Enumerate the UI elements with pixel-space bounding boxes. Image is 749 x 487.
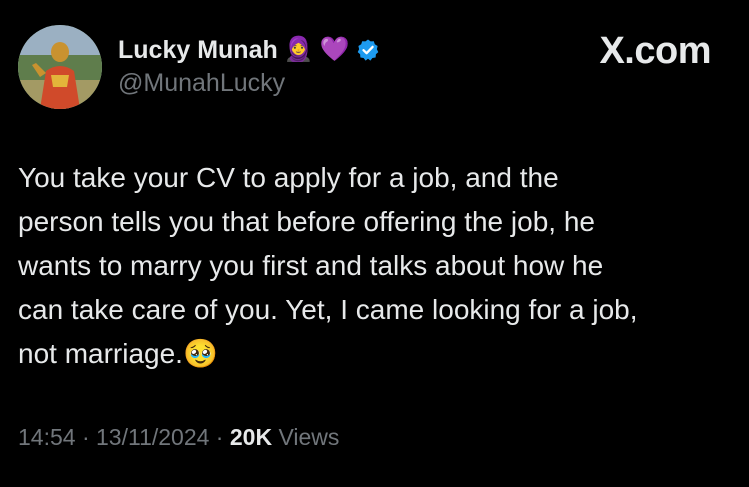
views-count: 20K — [229, 424, 273, 450]
tweet-time[interactable]: 14:54 — [18, 424, 76, 450]
tweet-line: not marriage.🥹 — [18, 338, 218, 369]
tweet-line: can take care of you. Yet, I came lookin… — [18, 294, 638, 325]
hijab-emoji: 🧕 — [283, 36, 314, 63]
profile-photo-icon — [18, 25, 102, 109]
display-name[interactable]: Lucky Munah — [118, 36, 278, 65]
tweet-card: Lucky Munah 🧕 💜 @MunahLucky X.com You ta… — [0, 0, 749, 487]
author-handle[interactable]: @MunahLucky — [118, 69, 285, 98]
meta-separator: · — [209, 424, 230, 450]
brand-logo: X.com — [599, 30, 711, 72]
tweet-meta: 14:54 · 13/11/2024 · 20K Views — [18, 424, 339, 451]
tweet-date[interactable]: 13/11/2024 — [96, 424, 209, 450]
tweet-line: wants to marry you first and talks about… — [18, 250, 604, 281]
meta-separator: · — [75, 424, 97, 450]
tweet-line: person tells you that before offering th… — [18, 206, 595, 237]
author-name-row: Lucky Munah 🧕 💜 — [118, 33, 380, 67]
tweet-text: You take your CV to apply for a job, and… — [18, 156, 730, 376]
verified-badge-icon[interactable] — [356, 38, 380, 62]
views-label: Views — [272, 424, 340, 450]
avatar[interactable] — [18, 25, 102, 109]
purple-heart-emoji: 💜 — [319, 36, 350, 63]
tweet-line: You take your CV to apply for a job, and… — [18, 162, 559, 193]
